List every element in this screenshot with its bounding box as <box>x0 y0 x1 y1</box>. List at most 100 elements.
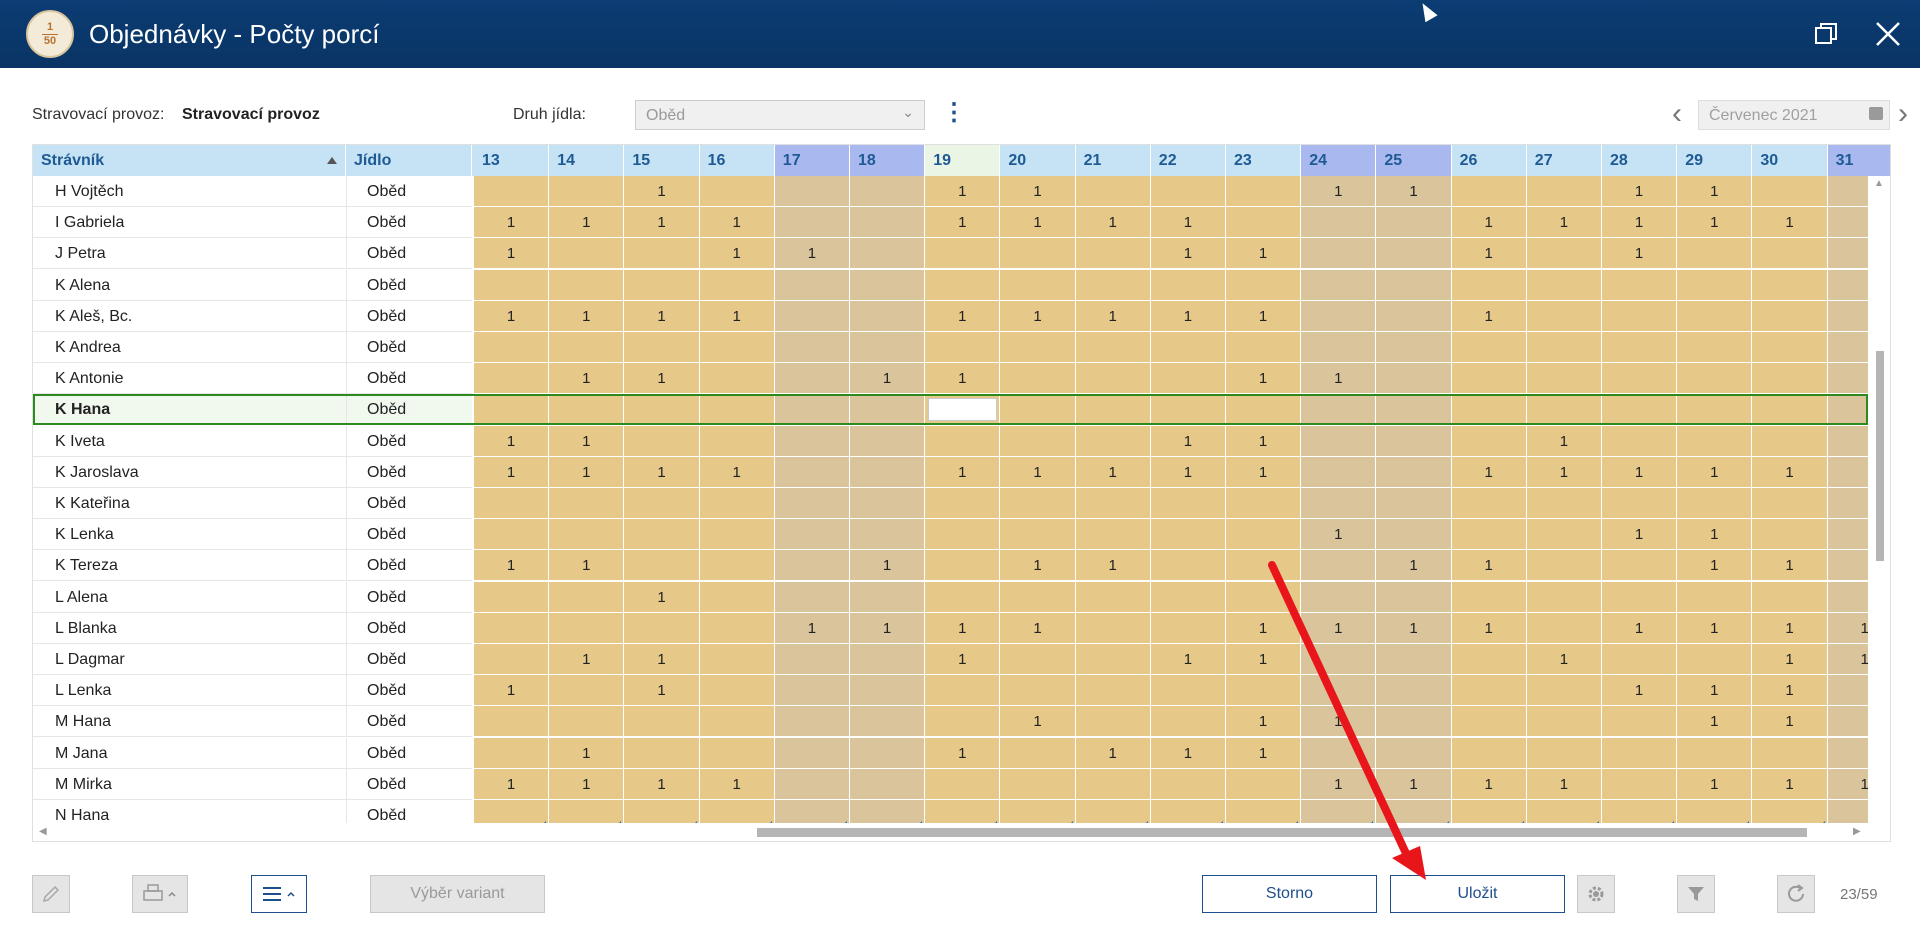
portion-cell[interactable]: 1 <box>1376 550 1452 582</box>
portion-cell[interactable] <box>1376 706 1452 738</box>
horizontal-scroll-thumb[interactable] <box>757 828 1807 837</box>
portion-cell[interactable] <box>1226 675 1302 707</box>
portion-cell[interactable] <box>1602 768 1678 800</box>
portion-cell[interactable] <box>774 176 850 207</box>
portion-cell[interactable]: 1 <box>699 768 775 800</box>
meal-type-cell[interactable]: Oběd <box>346 737 472 769</box>
portion-cell[interactable] <box>1000 394 1076 426</box>
portion-cell[interactable] <box>850 425 926 457</box>
diner-name-cell[interactable]: K Lenka <box>33 519 346 551</box>
diner-name-cell[interactable]: M Hana <box>33 706 346 738</box>
portion-cell[interactable] <box>1376 238 1452 270</box>
table-row[interactable]: M Jana Oběd 1 1 1 1 1 <box>33 737 1890 769</box>
portion-cell[interactable]: 1 <box>624 363 700 395</box>
portion-cell[interactable]: 1 <box>1677 456 1753 488</box>
portion-cell[interactable]: 1 <box>925 456 1001 488</box>
day-header[interactable]: 15 <box>624 145 700 176</box>
portion-cell[interactable] <box>1150 176 1226 207</box>
month-picker[interactable]: Červenec 2021 <box>1698 100 1890 130</box>
portion-cell[interactable] <box>1376 456 1452 488</box>
portion-cell[interactable] <box>1075 425 1151 457</box>
diner-name-cell[interactable]: L Lenka <box>33 675 346 707</box>
portion-cell[interactable] <box>624 737 700 769</box>
portion-cell[interactable] <box>1602 332 1678 363</box>
column-header-jidlo[interactable]: Jídlo <box>346 145 472 176</box>
portion-cell[interactable]: 1 <box>1376 176 1452 207</box>
diner-name-cell[interactable]: M Jana <box>33 737 346 769</box>
portion-cell[interactable] <box>1376 394 1452 426</box>
portion-cell[interactable] <box>1752 425 1828 457</box>
portion-cell[interactable]: 1 <box>1150 207 1226 239</box>
portion-cell[interactable] <box>1000 737 1076 769</box>
portion-cell[interactable]: 1 <box>1602 675 1678 707</box>
portion-cell[interactable] <box>1526 176 1602 207</box>
portion-cell[interactable]: 1 <box>1451 550 1527 582</box>
day-header[interactable]: 13 <box>474 145 550 176</box>
portion-cell[interactable]: 1 <box>925 612 1001 644</box>
provoz-value[interactable]: Stravovací provoz <box>182 106 320 124</box>
portion-cell[interactable] <box>1526 300 1602 332</box>
portion-cell[interactable] <box>1752 176 1828 207</box>
portion-cell[interactable] <box>850 644 926 675</box>
portion-cell[interactable] <box>1075 581 1151 613</box>
portion-cell[interactable] <box>1526 581 1602 613</box>
restore-window-icon[interactable] <box>1806 14 1846 54</box>
day-header[interactable]: 25 <box>1376 145 1452 176</box>
portion-cell[interactable] <box>925 675 1001 707</box>
portion-cell[interactable] <box>1602 425 1678 457</box>
portion-cell[interactable]: 1 <box>624 207 700 239</box>
portion-cell[interactable]: 1 <box>850 363 926 395</box>
portion-cell[interactable] <box>925 768 1001 800</box>
portion-cell[interactable]: 1 <box>1075 550 1151 582</box>
druh-jidla-select[interactable]: Oběd ⌄ <box>635 100 925 130</box>
portion-cell[interactable]: 1 <box>474 456 550 488</box>
portion-cell[interactable]: 1 <box>624 300 700 332</box>
portion-cell[interactable]: 1 <box>1226 363 1302 395</box>
portion-cell[interactable] <box>1000 768 1076 800</box>
portion-cell[interactable]: 1 <box>474 300 550 332</box>
portion-cell[interactable] <box>1451 519 1527 551</box>
table-row[interactable]: L Alena Oběd 1 <box>33 581 1890 613</box>
portion-cell[interactable]: 1 <box>1226 300 1302 332</box>
portion-cell[interactable]: 1 <box>1451 300 1527 332</box>
meal-type-cell[interactable]: Oběd <box>346 207 472 239</box>
portion-cell[interactable] <box>1677 269 1753 301</box>
portion-cell[interactable] <box>1000 238 1076 270</box>
portion-cell[interactable] <box>1752 332 1828 363</box>
portion-cell[interactable]: 1 <box>1677 612 1753 644</box>
portion-cell[interactable]: 1 <box>1677 550 1753 582</box>
portion-cell[interactable] <box>1602 644 1678 675</box>
portion-cell[interactable] <box>1301 550 1377 582</box>
meal-type-cell[interactable]: Oběd <box>346 425 472 457</box>
portion-cell[interactable] <box>1000 644 1076 675</box>
meal-type-cell[interactable]: Oběd <box>346 176 472 207</box>
portion-cell[interactable]: 1 <box>549 300 625 332</box>
portion-cell[interactable] <box>1677 363 1753 395</box>
portion-cell[interactable] <box>1602 300 1678 332</box>
portion-cell[interactable] <box>850 394 926 426</box>
meal-type-cell[interactable]: Oběd <box>346 644 472 675</box>
portion-cell[interactable]: 1 <box>1677 207 1753 239</box>
portion-cell[interactable] <box>850 675 926 707</box>
portion-cell[interactable] <box>699 675 775 707</box>
diner-name-cell[interactable]: K Alena <box>33 269 346 301</box>
table-row[interactable]: L Blanka Oběd 1 1 1 1 1 1 1 1 1 1 1 1 <box>33 612 1890 644</box>
portion-cell[interactable] <box>1226 768 1302 800</box>
portion-cell[interactable]: 1 <box>1752 550 1828 582</box>
portion-cell[interactable]: 1 <box>1602 519 1678 551</box>
portion-cell[interactable]: 1 <box>1000 612 1076 644</box>
portion-cell[interactable]: 1 <box>1000 300 1076 332</box>
portion-cell[interactable] <box>474 706 550 738</box>
portion-cell[interactable]: 1 <box>1526 456 1602 488</box>
diner-name-cell[interactable]: L Alena <box>33 581 346 613</box>
portion-cell[interactable] <box>774 675 850 707</box>
portion-cell[interactable]: 1 <box>1451 612 1527 644</box>
portion-cell[interactable] <box>925 706 1001 738</box>
portion-cell[interactable] <box>1226 332 1302 363</box>
portion-cell[interactable] <box>1301 425 1377 457</box>
portion-cell[interactable] <box>549 394 625 426</box>
portion-cell[interactable]: 1 <box>1752 456 1828 488</box>
scroll-up-icon[interactable]: ▲ <box>1874 178 1884 189</box>
portion-cell[interactable]: 1 <box>1301 768 1377 800</box>
portion-cell[interactable] <box>1075 768 1151 800</box>
